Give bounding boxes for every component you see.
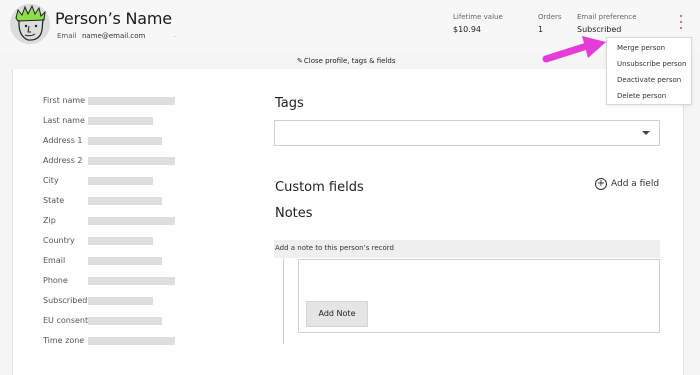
field-value-placeholder xyxy=(88,217,175,225)
menu-item-delete-person[interactable]: Delete person xyxy=(617,92,666,100)
profile-field-row: Address 1 xyxy=(43,136,193,146)
add-note-button[interactable]: Add Note xyxy=(306,301,368,327)
person-name: Person’s Name xyxy=(55,9,172,28)
field-label: Address 2 xyxy=(43,156,83,165)
field-label: Time zone xyxy=(43,336,85,345)
field-value-placeholder xyxy=(88,317,162,325)
person-actions-menu: Merge person Unsubscribe person Deactiva… xyxy=(606,37,692,105)
field-value-placeholder xyxy=(88,197,162,205)
lifetime-value-label: Lifetime value xyxy=(453,13,503,21)
email-value: name@email.com xyxy=(82,32,146,40)
email-extra: . xyxy=(174,31,177,39)
menu-item-deactivate-person[interactable]: Deactivate person xyxy=(617,76,681,84)
pencil-icon: ✎ xyxy=(297,57,303,65)
plus-circle-icon: + xyxy=(595,178,607,190)
email-preference-label: Email preference xyxy=(577,13,637,21)
field-value-placeholder xyxy=(88,117,153,125)
field-label: EU consent xyxy=(43,316,89,325)
field-value-placeholder xyxy=(88,97,175,105)
note-rail xyxy=(283,258,284,344)
profile-field-row: First name xyxy=(43,96,193,106)
kebab-dot xyxy=(680,15,682,17)
lifetime-value: $10.94 xyxy=(453,25,481,34)
field-value-placeholder xyxy=(88,257,162,265)
field-value-placeholder xyxy=(88,137,162,145)
avatar-face-icon xyxy=(10,4,50,44)
field-label: Zip xyxy=(43,216,56,225)
field-label: State xyxy=(43,196,65,205)
profile-field-row: Last name xyxy=(43,116,193,126)
profile-field-row: State xyxy=(43,196,193,206)
custom-fields-title: Custom fields xyxy=(275,180,364,195)
field-label: Email xyxy=(43,256,66,265)
field-value-placeholder xyxy=(88,337,175,345)
orders-label: Orders xyxy=(538,13,562,21)
add-field-button[interactable]: + Add a field xyxy=(595,178,659,190)
orders-stat: Orders 1 xyxy=(538,13,562,34)
field-label: First name xyxy=(43,96,86,105)
field-value-placeholder xyxy=(88,297,153,305)
profile-field-row: Subscribed xyxy=(43,296,193,306)
menu-item-merge-person[interactable]: Merge person xyxy=(617,44,665,52)
field-label: Subscribed xyxy=(43,296,88,305)
field-label: Last name xyxy=(43,116,85,125)
field-value-placeholder xyxy=(88,277,175,285)
menu-item-unsubscribe-person[interactable]: Unsubscribe person xyxy=(617,60,686,68)
email-preference-stat: Email preference Subscribed xyxy=(577,13,637,34)
profile-field-row: Time zone xyxy=(43,336,193,346)
tags-select[interactable] xyxy=(274,120,660,146)
close-profile-label: Close profile, tags & fields xyxy=(303,57,396,65)
email-preference-value: Subscribed xyxy=(577,25,622,34)
kebab-menu-icon[interactable] xyxy=(677,15,685,29)
profile-field-row: Country xyxy=(43,236,193,246)
note-header: Add a note to this person’s record xyxy=(274,240,660,258)
field-value-placeholder xyxy=(88,177,153,185)
profile-field-row: Zip xyxy=(43,216,193,226)
add-field-label: Add a field xyxy=(611,179,660,189)
kebab-dot xyxy=(680,21,682,23)
field-label: Address 1 xyxy=(43,136,83,145)
close-profile-link[interactable]: ✎Close profile, tags & fields xyxy=(297,57,396,65)
kebab-dot xyxy=(680,27,682,29)
tags-title: Tags xyxy=(275,96,304,111)
email-label: Email xyxy=(57,32,77,40)
field-label: City xyxy=(43,176,59,185)
chevron-down-icon xyxy=(642,131,650,135)
profile-field-row: Email xyxy=(43,256,193,266)
pointer-arrow-icon xyxy=(542,36,606,63)
lifetime-value-stat: Lifetime value $10.94 xyxy=(453,13,503,34)
profile-field-row: Address 2 xyxy=(43,156,193,166)
field-value-placeholder xyxy=(88,157,175,165)
profile-field-row: Phone xyxy=(43,276,193,286)
avatar xyxy=(10,4,50,44)
notes-title: Notes xyxy=(275,206,313,221)
orders-value: 1 xyxy=(538,25,544,34)
field-value-placeholder xyxy=(88,237,153,245)
field-label: Country xyxy=(43,236,75,245)
profile-field-row: City xyxy=(43,176,193,186)
field-label: Phone xyxy=(43,276,68,285)
profile-field-row: EU consent xyxy=(43,316,193,326)
